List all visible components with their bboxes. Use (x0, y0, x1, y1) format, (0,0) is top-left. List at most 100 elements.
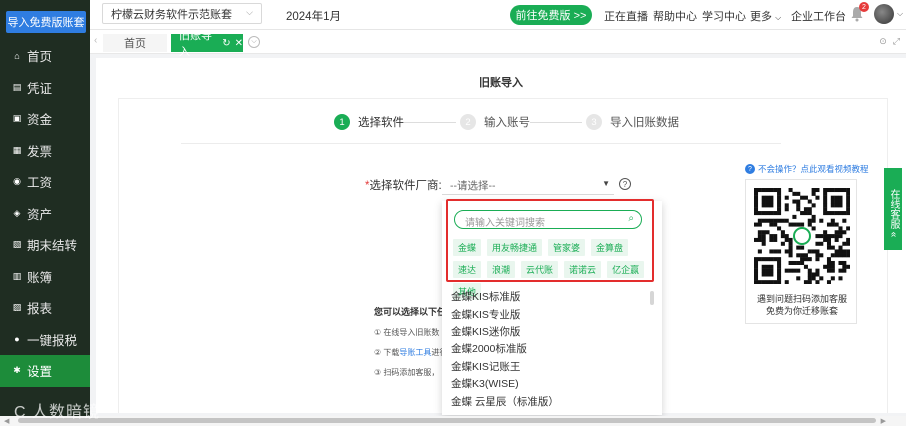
vendor-select[interactable]: --请选择-- ▼ (442, 173, 614, 195)
free-version-button[interactable]: 前往免费版 >> (510, 5, 592, 25)
close-icon[interactable]: ✕ (235, 38, 243, 49)
vendor-option[interactable]: 金蝶KIS专业版 (442, 305, 654, 322)
vendor-tag[interactable]: 亿企赢 (607, 261, 645, 278)
sidebar-item[interactable]: ▤ 凭证 (0, 72, 90, 104)
tax-icon: ● (14, 334, 20, 345)
sidebar-item[interactable]: ⌂ 首页 (0, 40, 90, 72)
help-icon[interactable]: ? (619, 178, 631, 190)
qr-module (777, 203, 782, 208)
search-icon[interactable]: ⌕ (628, 213, 634, 224)
qr-module (769, 234, 774, 239)
vendor-tag[interactable]: 金算盘 (591, 239, 629, 256)
qr-module (761, 218, 766, 223)
qr-module (807, 218, 812, 223)
tab-home[interactable]: 首页 (103, 34, 167, 52)
more-menu[interactable]: 更多 ⌵ (750, 8, 781, 24)
sidebar-item[interactable]: ✱ 设置 (0, 355, 90, 387)
tab-old-account-import[interactable]: 旧账导入 ↻ ✕ (171, 30, 243, 58)
vendor-tag[interactable]: 速达 (453, 261, 482, 278)
scroll-thumb[interactable] (18, 418, 876, 423)
sidebar-item[interactable]: ▥ 账簿 (0, 261, 90, 293)
vendor-tag[interactable]: 浪潮 (487, 261, 516, 278)
vendor-tag[interactable]: 金蝶 (453, 239, 482, 256)
qr-module (826, 211, 831, 216)
live-link[interactable]: 正在直播 (604, 8, 648, 24)
collapse-icon[interactable]: ⊙ (879, 36, 887, 47)
qr-module (754, 260, 759, 265)
vendor-option[interactable]: 金蝶2000标准版 (442, 340, 654, 357)
vendor-tag[interactable]: 用友畅捷通 (487, 239, 543, 256)
qr-module (754, 199, 759, 204)
qr-module (754, 272, 759, 277)
step-number: 2 (460, 114, 476, 130)
sidebar-item[interactable]: ▦ 发票 (0, 135, 90, 167)
sidebar-item[interactable]: ● 一键报税 (0, 324, 90, 356)
chevron-down-icon[interactable]: ⌵ (897, 9, 903, 19)
vendor-option[interactable]: 金蝶KIS标准版 (442, 288, 654, 305)
sidebar-item[interactable]: ▨ 报表 (0, 292, 90, 324)
period-close-icon: ▧ (12, 239, 22, 250)
chevron-left-icon[interactable]: ‹ (94, 35, 97, 46)
qr-module (796, 191, 801, 196)
vendor-tag[interactable]: 云代账 (521, 261, 559, 278)
qr-module (803, 253, 808, 258)
vendor-tag[interactable]: 诺诺云 (564, 261, 602, 278)
qr-module (788, 241, 793, 246)
sidebar-menu: ⌂ 首页 ▤ 凭证 ▣ 资金 ▦ 发票 ◉ 工资 ◈ 资产 ▧ 期末结转 ▥ 账簿 ▨ 报表 ● 一键报税 ✱ 设置 (0, 40, 90, 387)
scroll-right-icon[interactable]: ▶ (881, 417, 886, 425)
qr-module (754, 264, 759, 269)
qr-module (800, 253, 805, 258)
fullscreen-icon[interactable]: ⤢ (893, 36, 900, 47)
enterprise-workbench-link[interactable]: 企业工作台 (791, 8, 846, 24)
qr-module (796, 207, 801, 212)
qr-module (834, 237, 839, 242)
avatar[interactable] (874, 4, 894, 24)
sidebar-item[interactable]: ◈ 资产 (0, 198, 90, 230)
step-number: 1 (334, 114, 350, 130)
accounting-period[interactable]: 2024年1月 (286, 8, 341, 24)
qr-logo (793, 227, 811, 245)
qr-module (842, 268, 847, 273)
qr-caption-line: 免费为你迁移账套 (765, 306, 838, 316)
settings-icon: ✱ (13, 365, 21, 376)
qr-module (815, 241, 820, 246)
horizontal-scrollbar[interactable]: ◀ ▶ (0, 416, 906, 426)
import-free-account-button[interactable]: 导入免费版账套 (6, 11, 86, 33)
qr-module (830, 264, 835, 269)
qr-module (826, 268, 831, 273)
account-select[interactable]: 柠檬云财务软件示范账套 ⌵ (102, 3, 262, 24)
scroll-left-icon[interactable]: ◀ (4, 417, 9, 425)
vendor-option[interactable]: 金蝶 云星辰（标准版） (442, 392, 654, 409)
qr-module (803, 264, 808, 269)
qr-module (777, 207, 782, 212)
qr-caption-line: 遇到问题扫码添加客服 (756, 294, 847, 304)
online-service-tab[interactable]: 在线客服 « (884, 168, 902, 250)
qr-module (777, 195, 782, 200)
download-tool-link[interactable]: 导账工具 (399, 348, 431, 357)
asset-icon: ◈ (13, 207, 21, 218)
vendor-option[interactable]: 金蝶KIS记账王 (442, 358, 654, 375)
vendor-option[interactable]: 金蝶K3(WISE) (442, 375, 654, 392)
video-tutorial-link[interactable]: ? 不会操作？点此观看视频教程 (745, 163, 869, 175)
chevron-down-circle-icon[interactable]: ⌵ (248, 36, 260, 48)
vendor-tag[interactable]: 管家婆 (548, 239, 586, 256)
qr-module (769, 280, 774, 284)
qr-module (842, 253, 847, 258)
refresh-icon[interactable]: ↻ (222, 38, 230, 49)
dropdown-scrollbar[interactable] (650, 291, 654, 305)
qr-module (769, 257, 774, 262)
qr-module (830, 276, 835, 281)
sidebar-item[interactable]: ▧ 期末结转 (0, 229, 90, 261)
help-center-link[interactable]: 帮助中心 (653, 8, 697, 24)
sidebar-item-label: 期末结转 (27, 239, 78, 254)
qr-module (807, 257, 812, 262)
sidebar-item[interactable]: ◉ 工资 (0, 166, 90, 198)
sidebar-item[interactable]: ▣ 资金 (0, 103, 90, 135)
qr-module (830, 245, 835, 250)
qr-module (757, 188, 762, 193)
qr-module (765, 188, 770, 193)
vendor-option[interactable]: 金蝶KIS迷你版 (442, 323, 654, 340)
vendor-search-input[interactable]: 请输入关键词搜索 ⌕ (454, 210, 642, 229)
learning-center-link[interactable]: 学习中心 (702, 8, 746, 24)
qr-module (761, 230, 766, 235)
